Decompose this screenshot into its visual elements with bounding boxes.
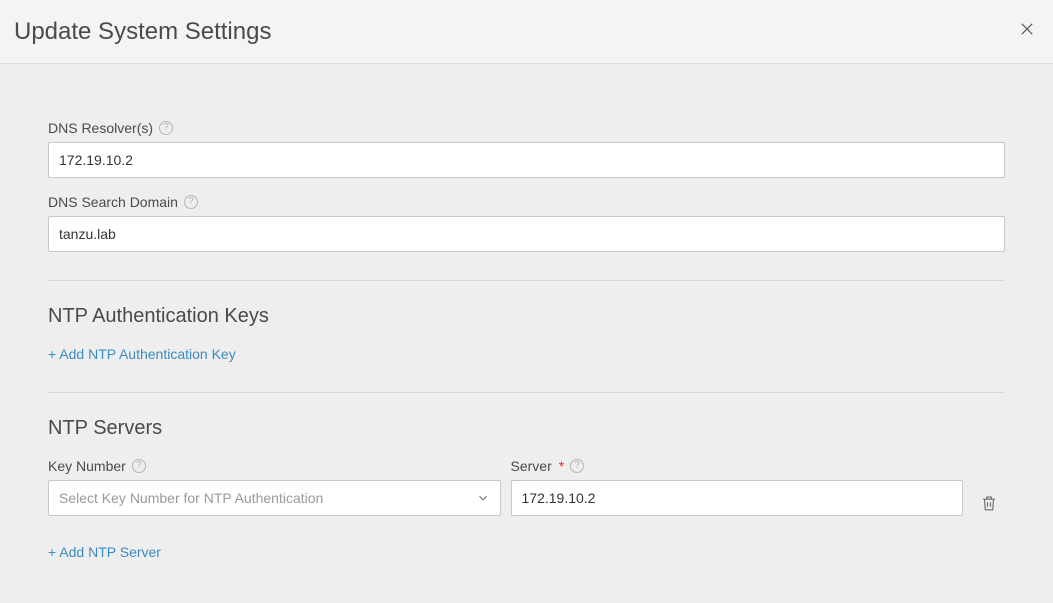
section-divider: [48, 392, 1005, 393]
help-icon[interactable]: ?: [159, 121, 173, 135]
key-number-select[interactable]: Select Key Number for NTP Authentication: [48, 480, 501, 516]
key-number-label: Key Number ?: [48, 458, 501, 474]
modal-header: Update System Settings: [0, 0, 1053, 64]
help-icon[interactable]: ?: [184, 195, 198, 209]
ntp-server-row: Key Number ? Select Key Number for NTP A…: [48, 458, 1005, 516]
trash-icon[interactable]: [980, 494, 998, 512]
add-ntp-key-link[interactable]: + Add NTP Authentication Key: [48, 346, 236, 362]
help-icon[interactable]: ?: [570, 459, 584, 473]
dns-search-label: DNS Search Domain ?: [48, 194, 1005, 210]
dns-resolver-input[interactable]: [48, 142, 1005, 178]
close-button[interactable]: [1015, 20, 1039, 44]
help-icon[interactable]: ?: [132, 459, 146, 473]
ntp-server-input[interactable]: [511, 480, 964, 516]
close-icon: [1018, 20, 1036, 43]
dns-resolver-field: DNS Resolver(s) ?: [48, 120, 1005, 178]
dns-search-label-text: DNS Search Domain: [48, 194, 178, 210]
ntp-keys-title: NTP Authentication Keys: [48, 305, 1005, 328]
delete-column: [973, 494, 1005, 516]
key-number-placeholder: Select Key Number for NTP Authentication: [59, 490, 476, 506]
ntp-servers-title: NTP Servers: [48, 417, 1005, 440]
dns-resolver-label: DNS Resolver(s) ?: [48, 120, 1005, 136]
key-number-column: Key Number ? Select Key Number for NTP A…: [48, 458, 501, 516]
server-column: Server * ?: [511, 458, 964, 516]
section-divider: [48, 280, 1005, 281]
key-number-label-text: Key Number: [48, 458, 126, 474]
required-asterisk: *: [559, 458, 564, 474]
chevron-down-icon: [476, 491, 490, 505]
page-title: Update System Settings: [14, 18, 271, 46]
modal-content: DNS Resolver(s) ? DNS Search Domain ? NT…: [0, 64, 1053, 582]
dns-search-input[interactable]: [48, 216, 1005, 252]
dns-resolver-label-text: DNS Resolver(s): [48, 120, 153, 136]
add-ntp-server-link[interactable]: + Add NTP Server: [48, 544, 161, 560]
dns-search-field: DNS Search Domain ?: [48, 194, 1005, 252]
server-label-text: Server: [511, 458, 552, 474]
server-label: Server * ?: [511, 458, 964, 474]
